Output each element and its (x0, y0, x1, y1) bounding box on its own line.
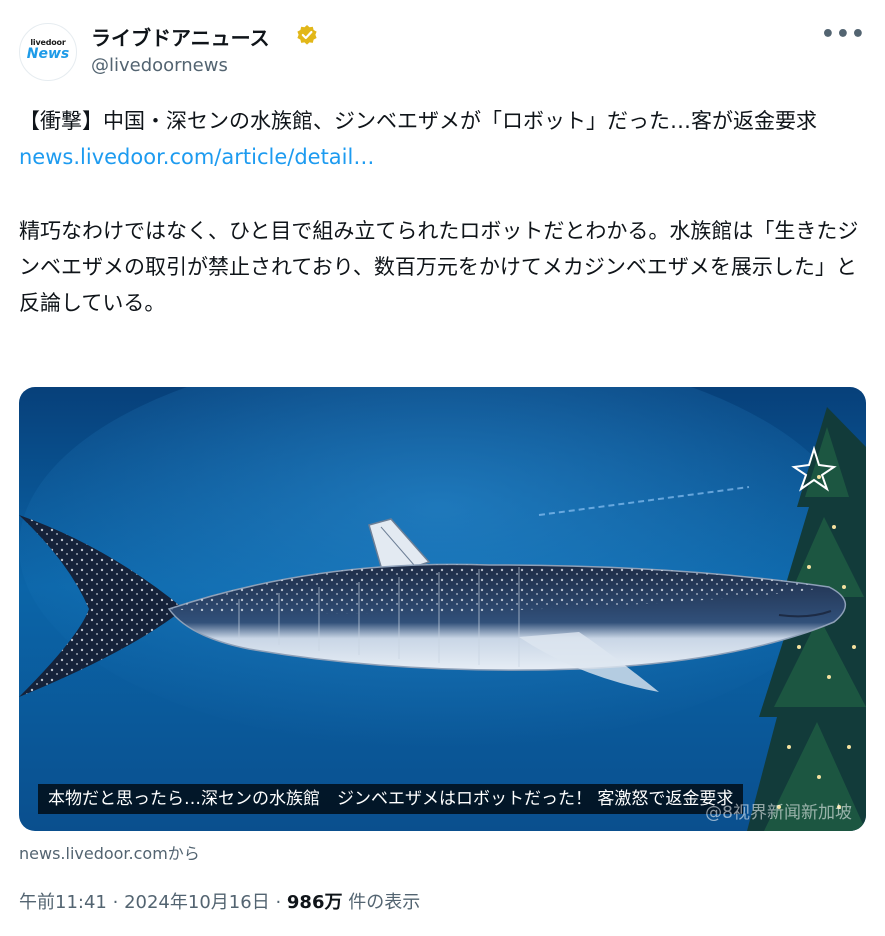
verified-badge-icon (297, 25, 317, 45)
robot-whale-shark-photo (19, 387, 866, 831)
card-source-link[interactable]: news.livedoor.comから (19, 840, 200, 864)
tweet-meta: 午前11:41 · 2024年10月16日 · 986万 件の表示 (19, 888, 420, 914)
tweet-text: 【衝撃】中国・深センの水族館、ジンベエザメが「ロボット」だった…客が返金要求 n… (19, 103, 869, 321)
tweet-date[interactable]: 2024年10月16日 (124, 892, 270, 913)
meta-separator: · (275, 892, 282, 913)
image-watermark: @8视界新闻新加坡 (705, 803, 852, 823)
article-link[interactable]: news.livedoor.com/article/detail… (19, 145, 374, 169)
tweet-header: livedoor News ライブドアニュース @livedoornews ••… (19, 14, 869, 84)
view-count: 986万 (286, 892, 343, 913)
avatar-logo-news: News (26, 46, 70, 62)
tweet-body: 精巧なわけではなく、ひと目で組み立てられたロボットだとわかる。水族館は「生きたジ… (19, 219, 859, 315)
meta-separator: · (112, 892, 119, 913)
image-caption: 本物だと思ったら…深センの水族館 ジンベエザメはロボットだった！ 客激怒で返金要… (38, 784, 744, 814)
media-card[interactable]: 本物だと思ったら…深センの水族館 ジンベエザメはロボットだった！ 客激怒で返金要… (19, 387, 866, 831)
view-count-label: 件の表示 (348, 892, 421, 913)
more-dots-icon[interactable]: ••• (821, 22, 866, 47)
tweet-headline: 【衝撃】中国・深センの水族館、ジンベエザメが「ロボット」だった…客が返金要求 (19, 109, 817, 133)
user-handle[interactable]: @livedoornews (91, 55, 228, 76)
tweet-time[interactable]: 午前11:41 (19, 892, 107, 913)
avatar[interactable]: livedoor News (19, 23, 77, 81)
display-name[interactable]: ライブドアニュース (91, 22, 270, 51)
